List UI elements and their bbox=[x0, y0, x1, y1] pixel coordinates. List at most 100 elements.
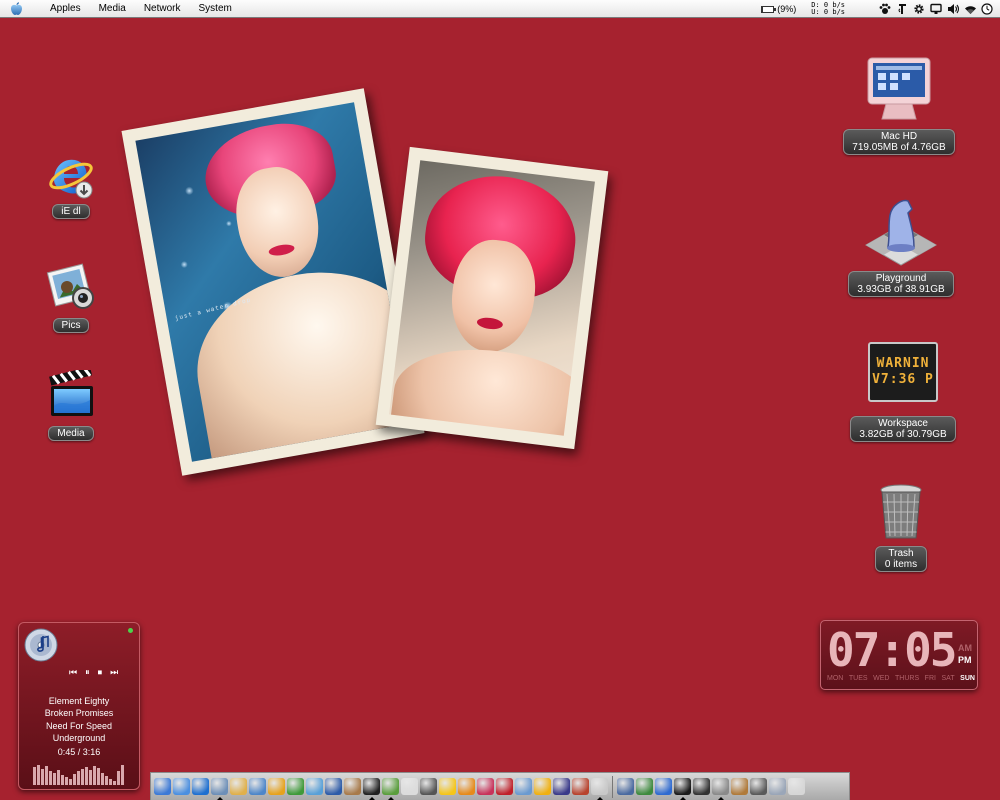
drive-usage: 719.05MB of 4.76GB bbox=[852, 142, 946, 153]
dock-internet-explorer-icon[interactable] bbox=[192, 778, 209, 795]
clock-weekdays: MON TUES WED THURS FRI SAT SUN bbox=[827, 675, 975, 682]
trash-label: Trash 0 items bbox=[875, 546, 927, 572]
digital-clock-widget: 07:05 AM PM MON TUES WED THURS FRI SAT SUN bbox=[820, 620, 978, 690]
portrait-photo-water-drops: just a water drop bbox=[135, 102, 411, 462]
drive-name: Playground bbox=[875, 273, 927, 284]
dock-palette-icon[interactable] bbox=[712, 778, 729, 800]
track-time-separator: / bbox=[77, 747, 81, 757]
apple-menu-icon[interactable] bbox=[10, 1, 32, 16]
model-shoulders bbox=[182, 254, 411, 462]
clock-day-sat: SAT bbox=[941, 675, 955, 682]
equalizer-visualizer bbox=[33, 765, 124, 785]
photo-frame-right[interactable] bbox=[375, 146, 609, 450]
itunes-widget: ⏮ ⏸ ⏹ ⏭ Element Eighty Broken Promises N… bbox=[18, 622, 140, 790]
dock-checkbox-icon[interactable] bbox=[439, 778, 456, 795]
dock-runner-icon[interactable] bbox=[268, 778, 285, 795]
drive-name: Workspace bbox=[878, 418, 928, 429]
track-elapsed: 0:45 bbox=[57, 747, 76, 757]
display-icon[interactable] bbox=[929, 2, 943, 16]
script-icon[interactable] bbox=[895, 2, 909, 16]
dock-notes-icon[interactable] bbox=[230, 778, 247, 795]
dock-book-icon[interactable] bbox=[591, 778, 608, 800]
desktop-icon-pics[interactable]: Pics bbox=[38, 262, 104, 333]
drive-name: Mac HD bbox=[880, 131, 918, 142]
warning-sign-line1: WARNIN bbox=[876, 356, 930, 371]
drive-playground[interactable]: Playground 3.93GB of 38.91GB bbox=[847, 195, 955, 297]
desktop-icon-label: Pics bbox=[52, 318, 90, 333]
dock-info-icon[interactable] bbox=[655, 778, 672, 795]
dock-applications-icon[interactable] bbox=[769, 778, 786, 795]
volume-icon[interactable] bbox=[946, 2, 960, 16]
battery-status[interactable]: (9%) bbox=[761, 4, 796, 14]
wifi-icon[interactable] bbox=[963, 2, 977, 16]
clock-menu-icon[interactable] bbox=[980, 2, 994, 16]
dock-terminal-icon[interactable] bbox=[674, 778, 691, 800]
portrait-photo-warm bbox=[389, 160, 595, 436]
trash[interactable]: Trash 0 items bbox=[874, 482, 928, 572]
dock-shield-icon[interactable] bbox=[553, 778, 570, 795]
menu-bar: Apples Media Network System (9%) D: 0 b/… bbox=[0, 0, 1000, 18]
model-shoulders bbox=[389, 339, 595, 436]
desktop-icon-media[interactable]: Media bbox=[38, 370, 104, 441]
dock-home-icon[interactable] bbox=[788, 778, 805, 795]
menu-media[interactable]: Media bbox=[99, 3, 126, 14]
paw-icon[interactable] bbox=[878, 2, 892, 16]
pause-button[interactable]: ⏸ bbox=[85, 667, 90, 678]
dock-target-icon[interactable] bbox=[420, 778, 437, 795]
dock-iphoto-icon[interactable] bbox=[211, 778, 228, 800]
desktop-icon-ie-dl[interactable]: iE dl bbox=[38, 152, 104, 219]
dock-hand-icon[interactable] bbox=[458, 778, 475, 795]
trash-can-icon bbox=[880, 484, 922, 539]
menu-network[interactable]: Network bbox=[144, 3, 181, 14]
dock-network-icon[interactable] bbox=[306, 778, 323, 795]
dock-screen-icon[interactable] bbox=[693, 778, 710, 795]
clock-am: AM bbox=[958, 643, 972, 653]
dock-gear-icon[interactable] bbox=[731, 778, 748, 795]
drive-workspace[interactable]: WARNIN V7:36 P Workspace 3.82GB of 30.79… bbox=[849, 342, 957, 442]
dock-x11-icon[interactable] bbox=[363, 778, 380, 800]
track-artist: Element Eighty bbox=[48, 696, 110, 706]
desktop-icon-label: iE dl bbox=[52, 204, 90, 219]
dock-photo-icon[interactable] bbox=[636, 778, 653, 795]
dock-mail-stamp-icon[interactable] bbox=[344, 778, 361, 795]
dock-hat-icon[interactable] bbox=[496, 778, 513, 795]
dock-finder-icon[interactable] bbox=[154, 778, 171, 795]
dock-warning-icon[interactable] bbox=[534, 778, 551, 795]
clock-pm: PM bbox=[958, 655, 972, 665]
trash-name: Trash bbox=[888, 548, 914, 559]
internet-explorer-icon bbox=[49, 159, 93, 199]
dock-clapperboard-icon[interactable] bbox=[325, 778, 342, 795]
network-monitor[interactable]: D: 0 b/s U: 0 b/s bbox=[811, 2, 845, 16]
gear-icon[interactable] bbox=[912, 2, 926, 16]
dock-globe-icon[interactable] bbox=[287, 778, 304, 795]
warning-sign-icon: WARNIN V7:36 P bbox=[868, 342, 938, 402]
dock-grid-icon[interactable] bbox=[617, 778, 634, 795]
drive-mac-hd[interactable]: Mac HD 719.05MB of 4.76GB bbox=[842, 55, 956, 155]
track-total: 3:16 bbox=[82, 747, 101, 757]
clock-day-tues: TUES bbox=[848, 675, 868, 682]
stop-button[interactable]: ⏹ bbox=[98, 667, 103, 678]
clock-day-thurs: THURS bbox=[895, 675, 920, 682]
dock-face-icon[interactable] bbox=[572, 778, 589, 795]
drive-usage: 3.93GB of 38.91GB bbox=[857, 284, 945, 295]
dock-link-icon[interactable] bbox=[515, 778, 532, 795]
clapperboard-icon bbox=[49, 370, 93, 416]
dock-itunes-icon[interactable] bbox=[382, 778, 399, 800]
menu-apples[interactable]: Apples bbox=[50, 3, 81, 14]
previous-track-button[interactable]: ⏮ bbox=[69, 667, 77, 678]
dock-disk-icon[interactable] bbox=[750, 778, 767, 795]
warning-sign-line2: V7:36 P bbox=[872, 372, 934, 387]
net-upload-rate: U: 0 b/s bbox=[811, 8, 845, 16]
dock-safari-icon[interactable] bbox=[173, 778, 190, 795]
menu-system[interactable]: System bbox=[199, 3, 232, 14]
clock-day-wed: WED bbox=[873, 675, 890, 682]
imac-hard-drive-icon bbox=[867, 57, 931, 120]
clock-day-fri: FRI bbox=[924, 675, 936, 682]
dock-pinwheel-icon[interactable] bbox=[477, 778, 494, 795]
itunes-status-led bbox=[128, 628, 133, 633]
battery-icon bbox=[761, 5, 777, 13]
dock-document-icon[interactable] bbox=[401, 778, 418, 795]
dock-mail-icon[interactable] bbox=[249, 778, 266, 795]
chess-knight-icon bbox=[864, 199, 938, 266]
next-track-button[interactable]: ⏭ bbox=[110, 667, 118, 678]
